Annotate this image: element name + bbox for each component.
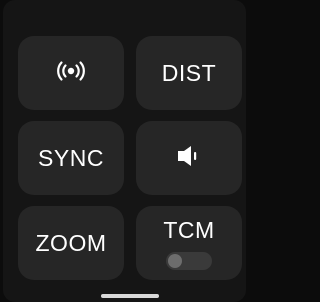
sync-tile[interactable]: SYNC: [18, 121, 124, 195]
sync-label: SYNC: [38, 144, 104, 171]
broadcast-tile[interactable]: [18, 36, 124, 110]
home-indicator: [101, 294, 159, 298]
watch-screen: DIST SYNC ZOOM TCM: [3, 0, 246, 302]
tcm-toggle-knob: [167, 253, 182, 268]
tcm-label: TCM: [163, 216, 215, 243]
speaker-icon: [176, 144, 202, 173]
tcm-stack: TCM: [163, 217, 214, 270]
dist-tile[interactable]: DIST: [136, 36, 242, 110]
tcm-tile[interactable]: TCM: [136, 206, 242, 280]
dist-label: DIST: [161, 59, 217, 86]
speaker-tile[interactable]: [136, 121, 242, 195]
tcm-toggle[interactable]: [165, 251, 212, 270]
zoom-tile[interactable]: ZOOM: [18, 206, 124, 280]
broadcast-icon: [54, 60, 88, 87]
zoom-label: ZOOM: [35, 229, 107, 256]
